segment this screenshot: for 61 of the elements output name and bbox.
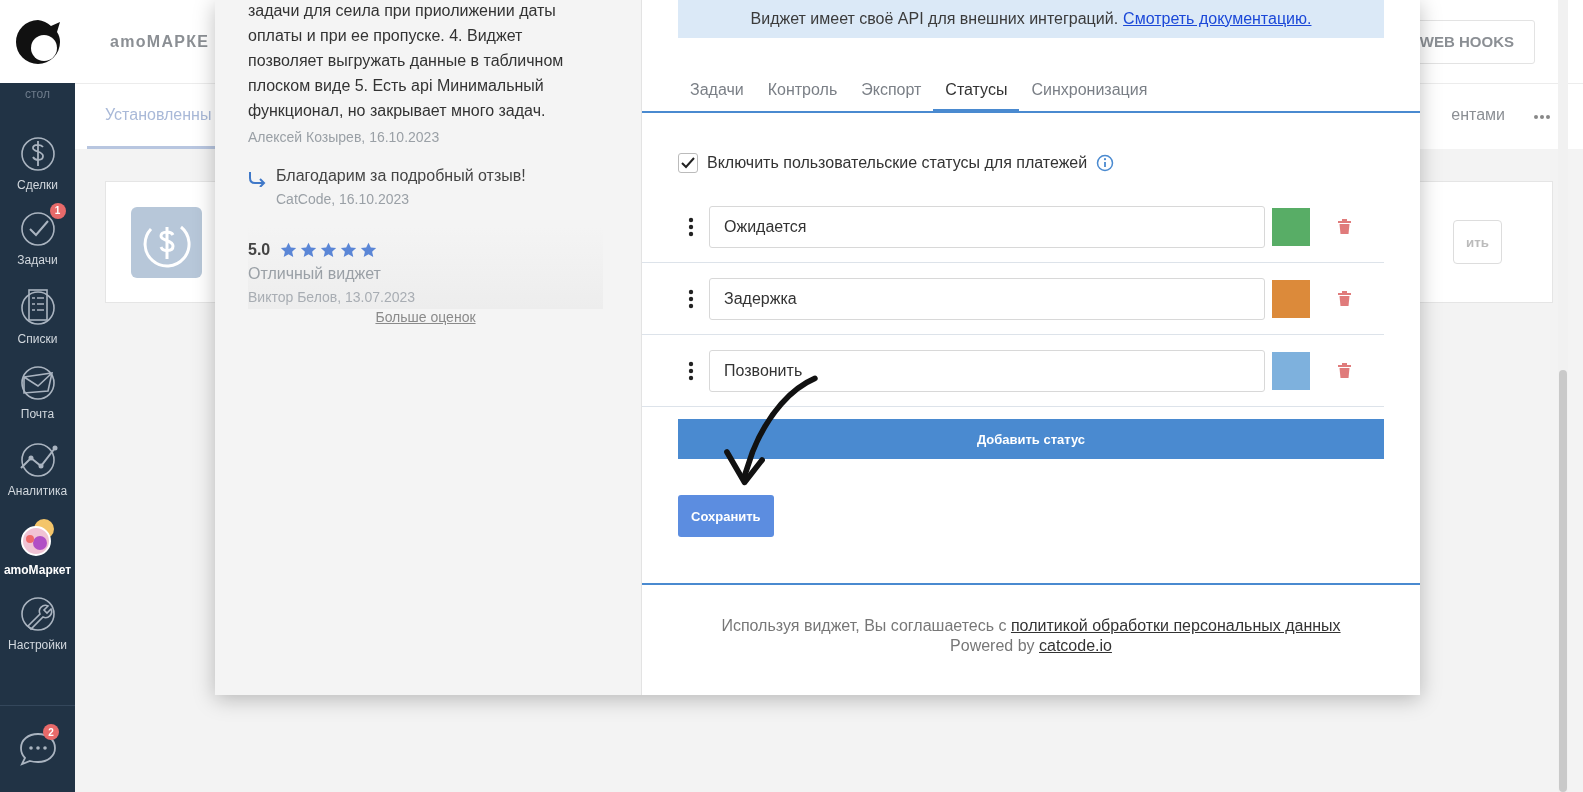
save-button[interactable]: Сохранить: [678, 495, 774, 537]
sidebar-item[interactable]: Сделки: [0, 123, 75, 200]
sidebar-item[interactable]: 1 Задачи: [0, 200, 75, 277]
reply-author: CatCode, 16.10.2023: [276, 191, 411, 207]
dollar-coin-icon[interactable]: [131, 206, 202, 278]
drag-handle-icon[interactable]: [688, 288, 694, 309]
settings-tab[interactable]: Синхронизация: [1019, 69, 1160, 113]
page-tab[interactable]: ентами: [1433, 84, 1523, 149]
review-author: Алексей Козырев, 16.10.2023: [248, 129, 441, 145]
status-name-field[interactable]: Позвонить: [709, 349, 1265, 392]
settings-tab[interactable]: Контроль: [755, 69, 850, 113]
notification-badge: 2: [43, 724, 59, 740]
checkmark-icon: [19, 210, 56, 247]
star-icon: [340, 242, 358, 258]
catcode-link[interactable]: catcode.io: [1039, 637, 1112, 654]
star-icon: [360, 242, 378, 258]
scrollbar[interactable]: [1558, 0, 1568, 792]
settings-tab[interactable]: Экспорт: [849, 69, 934, 113]
more-reviews-link[interactable]: Больше оценок: [248, 309, 603, 325]
status-color-swatch[interactable]: [1272, 351, 1310, 390]
api-notice: Виджет имеет своё API для внешних интеграций. Смотреть документацию.: [678, 0, 1384, 38]
rating-score: 5.0: [248, 241, 271, 259]
more-icon[interactable]: [1533, 113, 1551, 120]
notification-badge: 1: [49, 202, 66, 219]
documentation-link[interactable]: Смотреть документацию.: [1123, 10, 1312, 28]
chat-button[interactable]: 2: [0, 705, 75, 792]
status-color-swatch[interactable]: [1272, 279, 1310, 318]
status-name-field[interactable]: Задержка: [709, 277, 1265, 320]
trash-icon[interactable]: [1338, 219, 1351, 234]
consent-text: Используя виджет, Вы соглашаетесь с политикой обработки персональных данных: [720, 617, 1342, 635]
info-icon[interactable]: [1096, 154, 1115, 172]
review-author: Виктор Белов, 13.07.2023: [248, 289, 417, 305]
sidebar-item[interactable]: Аналитика: [0, 431, 75, 508]
checkbox-label: Включить пользовательские статусы для платежей: [707, 154, 1088, 172]
checkbox[interactable]: [678, 153, 698, 173]
sidebar-item[interactable]: Списки: [0, 277, 75, 354]
settings-tab[interactable]: Статусы: [933, 69, 1020, 113]
status-name-field[interactable]: Ожидается: [709, 205, 1265, 248]
reply-text: Благодарим за подробный отзыв!: [276, 167, 526, 185]
review-title: Отличный виджет: [248, 265, 382, 283]
page-title: amoМАРКЕ: [110, 32, 210, 51]
settings-tab[interactable]: Задачи: [678, 69, 756, 113]
sidebar-item[interactable]: Почта: [0, 354, 75, 431]
sidebar-item[interactable]: Настройки: [0, 585, 75, 662]
sidebar-item[interactable]: amoМаркет: [0, 508, 75, 585]
star-icon: [320, 242, 338, 258]
wrench-icon: [19, 595, 56, 632]
add-status-button[interactable]: Добавить статус: [678, 419, 1384, 459]
star-icon: [280, 242, 298, 258]
star-icon: [300, 242, 318, 258]
trash-icon[interactable]: [1338, 291, 1351, 306]
reply-arrow-icon: [248, 171, 266, 187]
privacy-policy-link[interactable]: политикой обработки персональных данных: [1010, 617, 1341, 634]
envelope-icon: [19, 364, 56, 401]
sidebar-label[interactable]: стол: [25, 83, 50, 123]
trash-icon[interactable]: [1338, 363, 1351, 378]
drag-handle-icon[interactable]: [688, 360, 694, 381]
powered-by-text: Powered by catcode.io: [949, 637, 1113, 655]
drag-handle-icon[interactable]: [688, 216, 694, 237]
status-color-swatch[interactable]: [1272, 207, 1310, 246]
review-text: задачи для сеила при приолижении даты оплаты и при ее пропуске. 4. Виджет позволяет выгружать данные в табличном плоском виде 5. Есть api Минимальный функционал, но закрывает много задач.: [248, 1, 565, 121]
